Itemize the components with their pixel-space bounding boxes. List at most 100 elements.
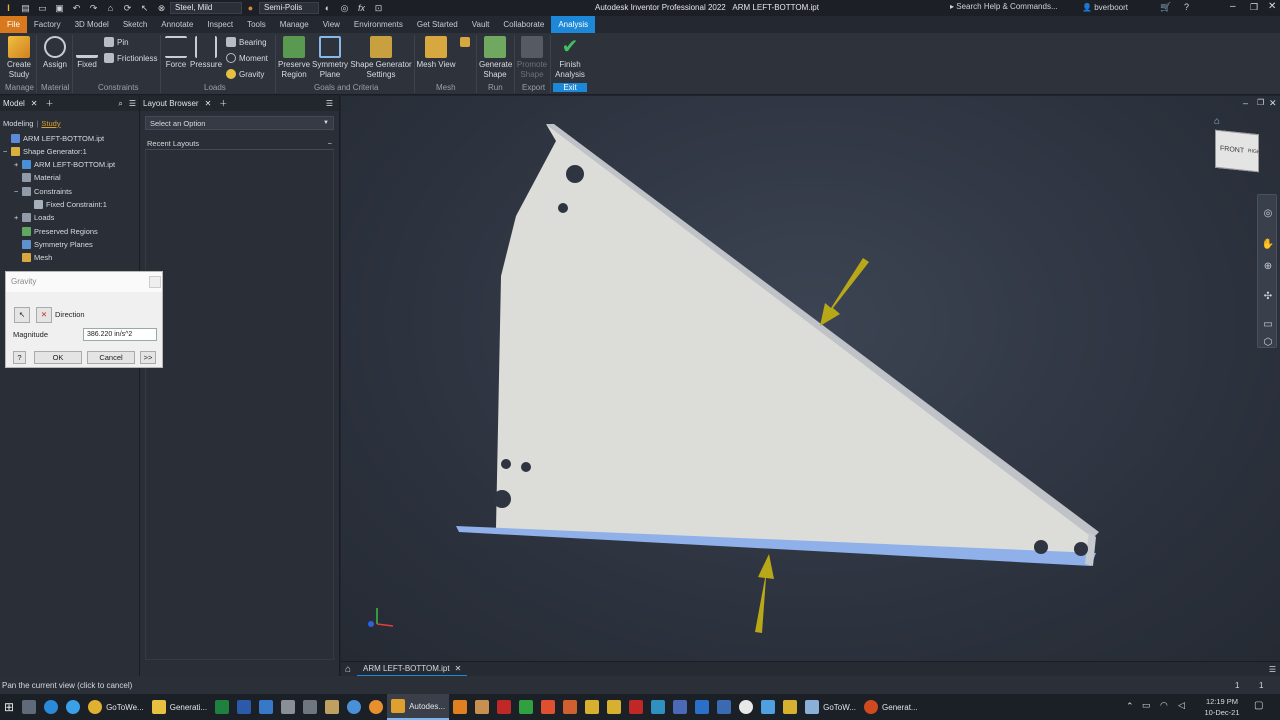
close-icon[interactable]: ✕ — [455, 664, 462, 673]
search-icon[interactable]: ⌕ — [118, 99, 122, 109]
tab-sketch[interactable]: Sketch — [116, 16, 154, 33]
add-tab-icon[interactable]: ＋ — [219, 98, 227, 109]
tab-collaborate[interactable]: Collaborate — [496, 16, 551, 33]
taskbar-app[interactable] — [471, 694, 493, 720]
shape-generator-settings-button[interactable]: Shape Generator Settings — [350, 36, 412, 80]
tab-tools[interactable]: Tools — [240, 16, 273, 33]
add-tab-icon[interactable]: ＋ — [46, 98, 54, 109]
tree-loads[interactable]: + Loads — [14, 212, 54, 224]
tab-environments[interactable]: Environments — [347, 16, 410, 33]
tab-manage[interactable]: Manage — [273, 16, 316, 33]
taskbar-app[interactable] — [321, 694, 343, 720]
expand-toggle-icon[interactable]: + — [14, 213, 22, 222]
tree-mesh[interactable]: Mesh — [14, 252, 52, 264]
taskbar-app[interactable] — [713, 694, 735, 720]
taskbar-app[interactable] — [299, 694, 321, 720]
taskbar-app[interactable] — [493, 694, 515, 720]
expand-toggle-icon[interactable]: − — [14, 187, 22, 196]
appearance-combo[interactable]: Semi-Polis — [259, 2, 319, 14]
adjust-icon[interactable]: ◎ — [339, 3, 350, 14]
create-study-button[interactable]: Create Study — [4, 36, 34, 80]
doc-tab[interactable]: ARM LEFT-BOTTOM.ipt ✕ — [357, 662, 468, 677]
mesh-view-button[interactable]: Mesh View — [416, 36, 456, 70]
mesh-settings-button[interactable] — [460, 37, 470, 47]
look-at-icon[interactable]: ⬡ — [1259, 334, 1277, 352]
save-icon[interactable]: ▣ — [54, 3, 65, 14]
flip-direction-button[interactable]: ✕ — [36, 307, 52, 323]
home-icon[interactable]: ⌂ — [345, 664, 351, 675]
tab-analysis[interactable]: Analysis — [551, 16, 596, 33]
force-button[interactable]: Force — [163, 36, 189, 70]
material-combo[interactable]: Steel, Mild — [170, 2, 242, 14]
viewport-restore-button[interactable]: ❐ — [1257, 98, 1264, 107]
taskbar-chrome[interactable]: GoToWe... — [84, 694, 148, 720]
update-icon[interactable]: ⟳ — [122, 3, 133, 14]
zoom-icon[interactable]: ⊕ — [1259, 258, 1277, 276]
viewcube-home-icon[interactable]: ⌂ — [1214, 116, 1220, 127]
tab-file[interactable]: File — [0, 16, 27, 33]
taskbar-app[interactable] — [343, 694, 365, 720]
search-box[interactable]: ▸ Search Help & Commands... — [950, 2, 1076, 14]
taskbar-app[interactable] — [647, 694, 669, 720]
home-icon[interactable]: ⌂ — [105, 3, 116, 14]
modeling-tab[interactable]: Modeling — [3, 119, 33, 128]
new-icon[interactable]: ▤ — [20, 3, 31, 14]
taskbar-app[interactable] — [669, 694, 691, 720]
taskbar-app[interactable] — [277, 694, 299, 720]
taskbar-app[interactable] — [62, 694, 84, 720]
taskbar-app[interactable] — [40, 694, 62, 720]
dialog-close-button[interactable] — [149, 276, 161, 288]
steering-wheel-icon[interactable]: ◎ — [1259, 205, 1277, 223]
more-button[interactable]: >> — [140, 351, 156, 364]
taskbar-app[interactable] — [211, 694, 233, 720]
assign-button[interactable]: Assign — [40, 36, 70, 70]
select-direction-button[interactable]: ↖ — [14, 307, 30, 323]
taskbar-app[interactable] — [603, 694, 625, 720]
tree-fixed-constraint[interactable]: Fixed Constraint:1 — [26, 199, 107, 211]
taskbar-app[interactable] — [255, 694, 277, 720]
clock[interactable]: 12:19 PM 10-Dec-21 — [1200, 696, 1244, 718]
taskbar-app[interactable] — [625, 694, 647, 720]
taskbar-app[interactable] — [449, 694, 471, 720]
tree-part-root[interactable]: ARM LEFT-BOTTOM.ipt — [3, 132, 104, 144]
tree-shape-generator[interactable]: − Shape Generator:1 — [3, 145, 87, 157]
network-icon[interactable]: ▭ — [1142, 700, 1151, 711]
tree-material[interactable]: Material — [14, 172, 61, 184]
tree-constraints[interactable]: − Constraints — [14, 185, 72, 197]
bearing-button[interactable]: Bearing — [226, 37, 267, 47]
part-body[interactable] — [496, 124, 1093, 564]
taskbar-app[interactable] — [757, 694, 779, 720]
tab-vault[interactable]: Vault — [465, 16, 497, 33]
notifications-icon[interactable]: ▢ — [1254, 700, 1263, 711]
taskbar-app[interactable] — [691, 694, 713, 720]
graphics-viewport[interactable]: FRONT RIGHT ⌂ – ❐ ✕ — [341, 96, 1280, 661]
start-button[interactable]: ⊞ — [0, 694, 18, 720]
taskbar-app[interactable] — [515, 694, 537, 720]
tab-inspect[interactable]: Inspect — [200, 16, 240, 33]
taskbar-app[interactable] — [735, 694, 757, 720]
menu-icon[interactable]: ☰ — [1269, 665, 1276, 674]
pressure-button[interactable]: Pressure — [190, 36, 222, 70]
redo-icon[interactable]: ↷ — [88, 3, 99, 14]
close-button[interactable]: ✕ — [1268, 1, 1276, 12]
tray-chevron-icon[interactable]: ⌃ — [1126, 701, 1134, 712]
recent-layouts-header[interactable]: Recent Layouts − — [145, 138, 334, 150]
preserve-region-button[interactable]: Preserve Region — [278, 36, 310, 80]
taskbar-app[interactable] — [365, 694, 387, 720]
gravity-button[interactable]: Gravity — [226, 69, 264, 79]
taskbar-app[interactable] — [581, 694, 603, 720]
inventor-logo-icon[interactable]: I — [3, 3, 14, 14]
tab-3d-model[interactable]: 3D Model — [68, 16, 116, 33]
minimize-button[interactable]: – — [1230, 1, 1236, 12]
undo-icon[interactable]: ↶ — [71, 3, 82, 14]
help-button[interactable]: ? — [13, 351, 26, 364]
taskbar-explorer[interactable]: Generati... — [148, 694, 211, 720]
clear-appearance-icon[interactable]: ◐ — [322, 3, 333, 14]
viewcube[interactable]: FRONT RIGHT — [1215, 129, 1264, 173]
volume-icon[interactable]: ◁ — [1178, 700, 1185, 711]
taskbar-powerpoint[interactable]: Generat... — [860, 694, 922, 720]
frictionless-button[interactable]: Frictionless — [104, 53, 157, 63]
restore-button[interactable]: ❐ — [1250, 2, 1258, 13]
tab-get-started[interactable]: Get Started — [410, 16, 465, 33]
taskbar-gotowebinar[interactable]: GoToW... — [801, 694, 860, 720]
